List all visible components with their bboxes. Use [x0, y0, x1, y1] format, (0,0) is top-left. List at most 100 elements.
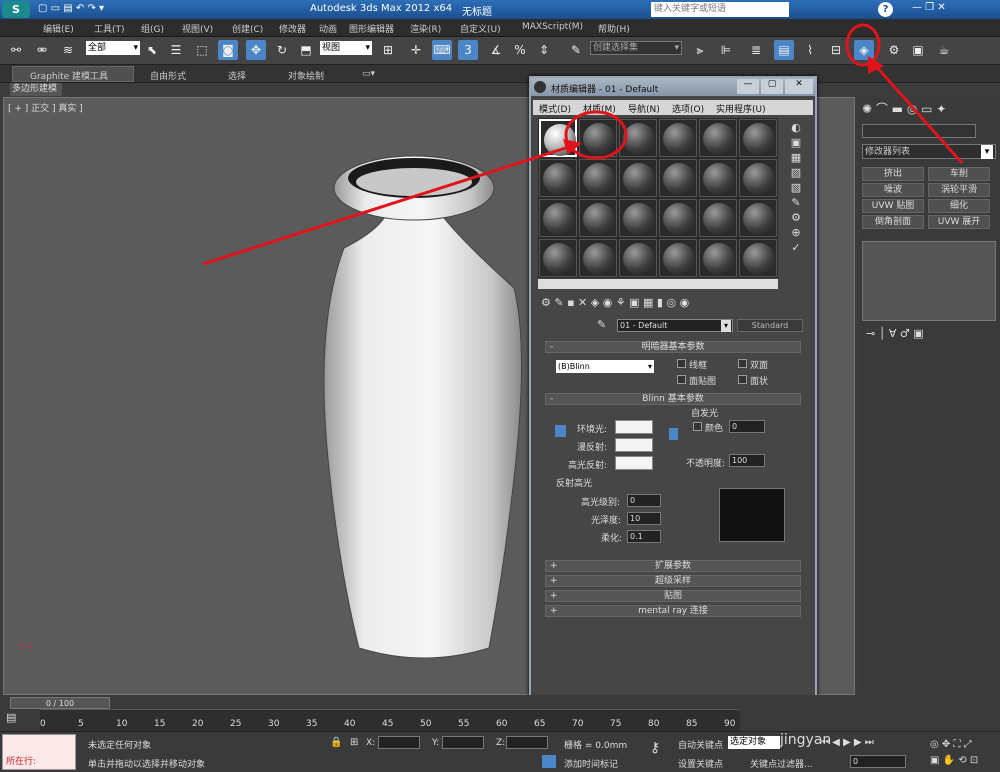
- faceted-checkbox[interactable]: [738, 375, 747, 384]
- sample-slot-17[interactable]: [699, 199, 737, 237]
- ribbon-options-icon[interactable]: ▭▾: [362, 69, 375, 79]
- soften-spinner[interactable]: 0.1: [627, 530, 661, 543]
- sample-slot-13[interactable]: [539, 199, 577, 237]
- keyboard-shortcut-icon[interactable]: ⌨: [432, 40, 452, 60]
- x-coordinate-field[interactable]: [378, 736, 420, 749]
- sample-slot-4[interactable]: [659, 119, 697, 157]
- ambient-lock-icon[interactable]: [669, 428, 678, 440]
- sample-slot-19[interactable]: [539, 239, 577, 277]
- command-panel-tabs[interactable]: ✺ ⌒ ▬ ◎ ▭ ✦: [862, 100, 946, 117]
- add-time-tag-label[interactable]: 添加时间标记: [564, 757, 618, 770]
- z-coordinate-field[interactable]: [506, 736, 548, 749]
- object-name-field[interactable]: [862, 124, 976, 138]
- modifier-list-dropdown[interactable]: 修改器列表 ▾: [862, 144, 996, 159]
- glossiness-spinner[interactable]: 10: [627, 512, 661, 525]
- modifier-button-tessellate[interactable]: 细化: [928, 199, 990, 213]
- med-menu-utilities[interactable]: 实用程序(U): [716, 102, 766, 115]
- time-tag-icon[interactable]: [542, 755, 556, 768]
- rollout-maps[interactable]: + 贴图: [545, 590, 801, 602]
- shader-dropdown[interactable]: (B)Blinn ▾: [556, 360, 654, 373]
- modifier-stack[interactable]: [862, 241, 996, 321]
- spinner-snap-icon[interactable]: ⇕: [534, 40, 554, 60]
- unlink-icon[interactable]: ⚮: [32, 40, 52, 60]
- modifier-button-extrude[interactable]: 挤出: [862, 167, 924, 181]
- auto-key-button[interactable]: 自动关键点: [678, 738, 723, 751]
- sample-slot-14[interactable]: [579, 199, 617, 237]
- menu-modifiers[interactable]: 修改器: [279, 22, 306, 35]
- align-icon[interactable]: ⊫: [716, 40, 736, 60]
- modifier-button-turbosmooth[interactable]: 涡轮平滑: [928, 183, 990, 197]
- menu-group[interactable]: 组(G): [141, 22, 164, 35]
- rollout-blinn-basic[interactable]: - Blinn 基本参数: [545, 393, 801, 405]
- material-tools-row[interactable]: ⚙ ✎ ▪ ✕ ◈ ◉ ⚘ ▣ ▦ ▮ ◎ ◉: [541, 296, 689, 309]
- sample-slot-10[interactable]: [659, 159, 697, 197]
- key-filters-button[interactable]: 关键点过滤器...: [750, 757, 813, 770]
- sample-slot-15[interactable]: [619, 199, 657, 237]
- y-coordinate-field[interactable]: [442, 736, 484, 749]
- bind-spacewarp-icon[interactable]: ≋: [58, 40, 78, 60]
- med-menu-modes[interactable]: 模式(D): [539, 102, 571, 115]
- render-setup-icon[interactable]: ⚙: [884, 40, 904, 60]
- render-teapot-icon[interactable]: ☕: [934, 40, 954, 60]
- curve-editor-icon[interactable]: ⌇: [800, 40, 820, 60]
- sample-slot-21[interactable]: [619, 239, 657, 277]
- opacity-spinner[interactable]: 100: [729, 454, 765, 467]
- modifier-button-noise[interactable]: 噪波: [862, 183, 924, 197]
- current-frame-field[interactable]: 0: [850, 755, 906, 768]
- sample-slot-3[interactable]: [619, 119, 657, 157]
- med-menu-options[interactable]: 选项(O): [672, 102, 704, 115]
- tab-object-paint[interactable]: 对象绘制: [288, 69, 324, 82]
- sample-slot-16[interactable]: [659, 199, 697, 237]
- two-sided-checkbox[interactable]: [738, 359, 747, 368]
- pivot-icon[interactable]: ⊞: [378, 40, 398, 60]
- minimize-icon[interactable]: —: [737, 79, 759, 94]
- menu-views[interactable]: 视图(V): [182, 22, 213, 35]
- material-editor-icon[interactable]: ◈: [854, 40, 874, 60]
- graphite-toggle-icon[interactable]: ▤: [774, 40, 794, 60]
- select-manipulate-icon[interactable]: ✛: [406, 40, 426, 60]
- med-menu-navigation[interactable]: 导航(N): [628, 102, 660, 115]
- stack-controls[interactable]: ⊸ │ ∀ ♂ ▣: [866, 327, 924, 340]
- menu-help[interactable]: 帮助(H): [598, 22, 630, 35]
- sample-slot-24[interactable]: [739, 239, 777, 277]
- ambient-color-swatch[interactable]: [615, 420, 653, 434]
- sample-slot-6[interactable]: [739, 119, 777, 157]
- sample-slot-20[interactable]: [579, 239, 617, 277]
- menu-graph-editors[interactable]: 图形编辑器: [349, 22, 394, 35]
- vase-model[interactable]: [304, 148, 524, 668]
- sample-slot-11[interactable]: [699, 159, 737, 197]
- modifier-button-uvw-map[interactable]: UVW 贴图: [862, 199, 924, 213]
- lock-icon[interactable]: [555, 425, 566, 437]
- modifier-button-unwrap-uvw[interactable]: UVW 展开: [928, 215, 990, 229]
- sample-slot-18[interactable]: [739, 199, 777, 237]
- rollout-mental-ray[interactable]: + mental ray 连接: [545, 605, 801, 617]
- link-icon[interactable]: ⚯: [6, 40, 26, 60]
- sample-slot-5[interactable]: [699, 119, 737, 157]
- selection-filter-dropdown[interactable]: 全部 ▾: [86, 41, 140, 55]
- menu-create[interactable]: 创建(C): [232, 22, 263, 35]
- rollout-shader-basic[interactable]: - 明暗器基本参数: [545, 341, 801, 353]
- menu-maxscript[interactable]: MAXScript(M): [522, 22, 583, 32]
- sample-slot-7[interactable]: [539, 159, 577, 197]
- select-object-icon[interactable]: ⬉: [142, 40, 162, 60]
- reference-coord-dropdown[interactable]: 视图 ▾: [320, 41, 372, 55]
- tab-selection[interactable]: 选择: [228, 69, 246, 82]
- specular-color-swatch[interactable]: [615, 456, 653, 470]
- help-icon[interactable]: ?: [878, 2, 893, 17]
- named-selection-dropdown[interactable]: 创建选择集 ▾: [590, 41, 682, 55]
- playback-controls[interactable]: ⏮ ◀ ▶ ▶ ⏭: [820, 737, 874, 748]
- rollout-supersampling[interactable]: + 超级采样: [545, 575, 801, 587]
- window-crossing-icon[interactable]: ◙: [218, 40, 238, 60]
- eyedropper-icon[interactable]: ✎: [597, 318, 606, 331]
- material-editor-titlebar[interactable]: 材质编辑器 - 01 - Default — ▢ ✕: [531, 78, 815, 96]
- diffuse-color-swatch[interactable]: [615, 438, 653, 452]
- spec-level-spinner[interactable]: 0: [627, 494, 661, 507]
- viewport-label[interactable]: [ + ] 正交 ] 真实 ]: [8, 101, 83, 114]
- self-illum-spinner[interactable]: 0: [729, 420, 765, 433]
- ribbon-subtab[interactable]: 多边形建模: [10, 83, 62, 96]
- menu-animation[interactable]: 动画: [319, 22, 337, 35]
- rendered-frame-icon[interactable]: ▣: [908, 40, 928, 60]
- menu-customize[interactable]: 自定义(U): [460, 22, 501, 35]
- maximize-icon[interactable]: ▢: [761, 79, 783, 94]
- move-icon[interactable]: ✥: [246, 40, 266, 60]
